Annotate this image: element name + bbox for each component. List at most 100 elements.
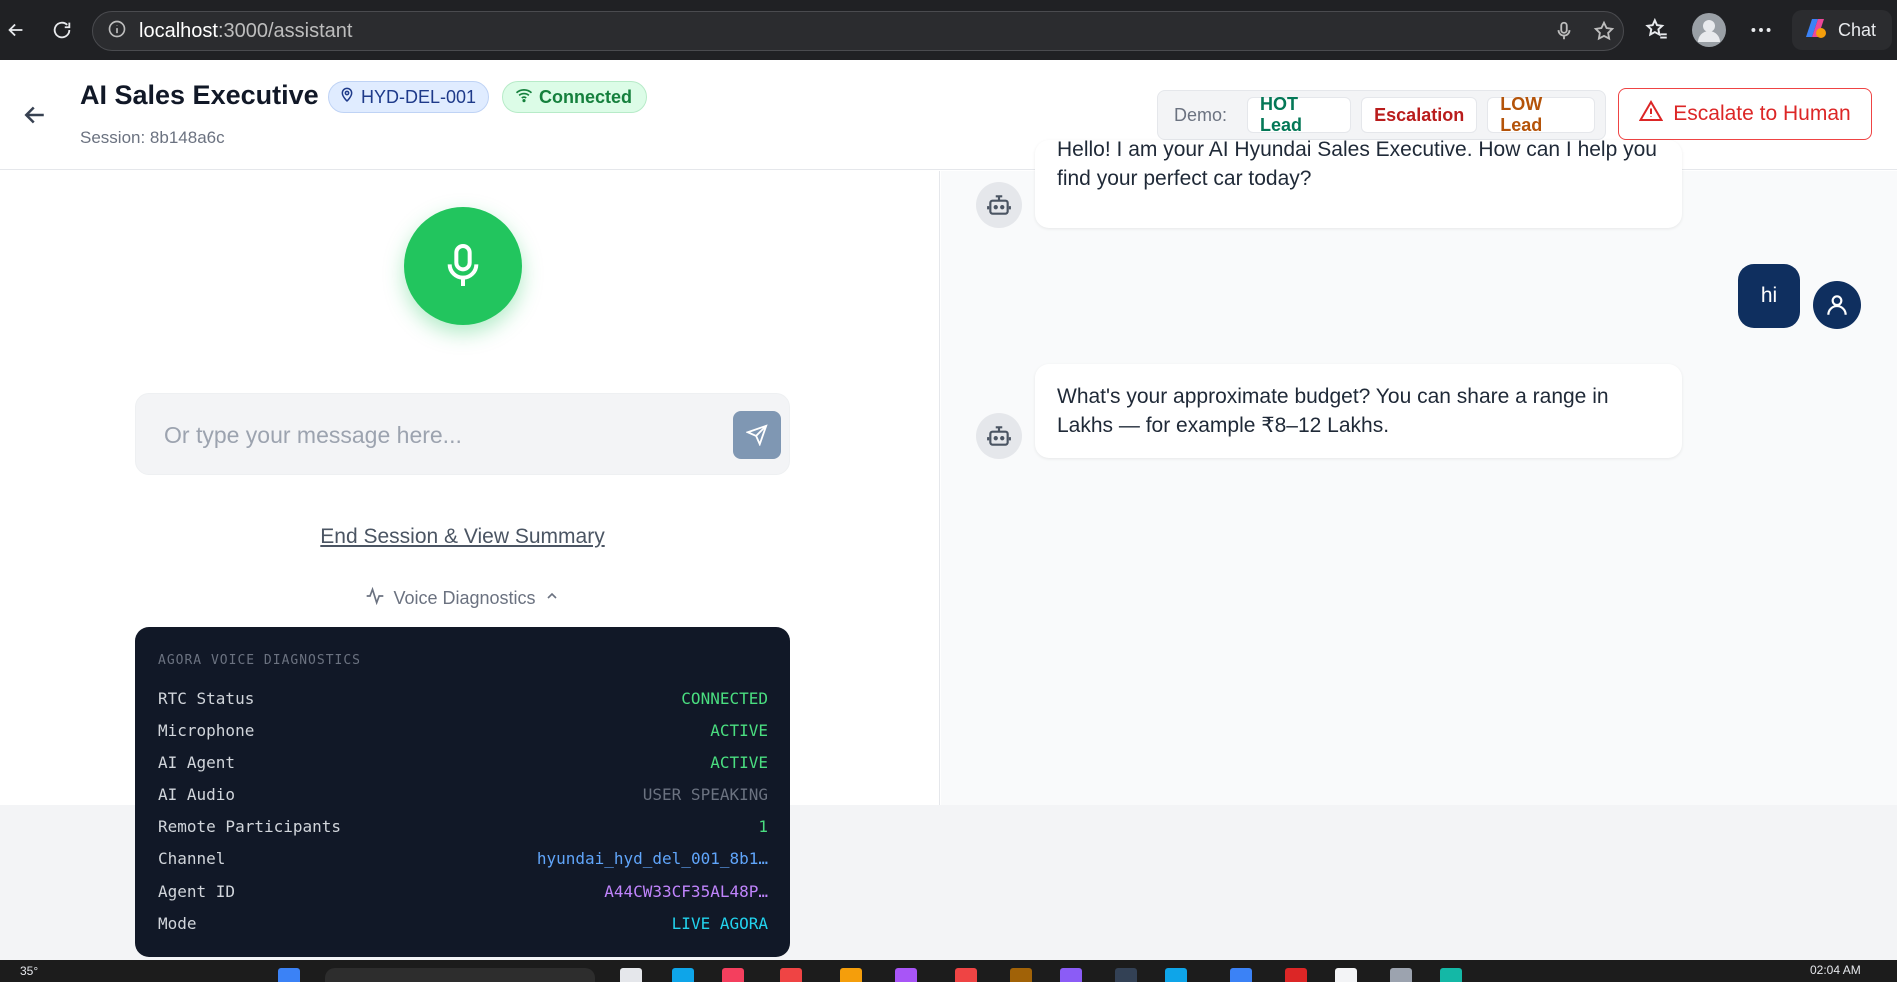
demo-low-lead-button[interactable]: LOW Lead	[1487, 94, 1595, 135]
diag-key: Remote Participants	[158, 816, 342, 836]
taskbar-app-icon[interactable]	[620, 968, 642, 982]
user-icon	[1827, 295, 1847, 315]
diag-key: AI Audio	[158, 784, 236, 804]
taskbar-app-icon[interactable]	[1010, 968, 1032, 982]
diag-value: CONNECTED	[681, 688, 768, 708]
microphone-button[interactable]	[404, 207, 522, 325]
diag-row-ai-agent: AI Agent ACTIVE	[158, 751, 768, 773]
taskbar-search[interactable]	[325, 968, 595, 982]
diag-row-ai-audio: AI Audio USER SPEAKING	[158, 783, 768, 805]
session-id: Session: 8b148a6c	[80, 128, 225, 147]
diag-row-remote-participants: Remote Participants 1	[158, 815, 768, 837]
diag-row-rtc-status: RTC Status CONNECTED	[158, 687, 768, 709]
send-icon	[746, 424, 768, 446]
diag-value: USER SPEAKING	[642, 784, 768, 804]
voice-diagnostics-toggle[interactable]: Voice Diagnostics	[0, 586, 925, 610]
browser-reload-icon[interactable]	[46, 14, 78, 46]
more-options-icon[interactable]	[1748, 10, 1774, 50]
connection-status-badge: Connected	[502, 81, 648, 113]
demo-label: Demo:	[1174, 104, 1228, 125]
taskbar-app-icon[interactable]	[1440, 968, 1462, 982]
assistant-message: What's your approximate budget? You can …	[1035, 364, 1682, 458]
diagnostics-panel: AGORA VOICE DIAGNOSTICS RTC Status CONNEC…	[135, 627, 790, 957]
user-message: hi	[1738, 264, 1800, 328]
taskbar-app-icon[interactable]	[780, 968, 802, 982]
diag-key: Agent ID	[158, 881, 236, 901]
diag-key: Microphone	[158, 720, 255, 740]
page-title: AI Sales Executive	[80, 80, 319, 110]
diag-value: A44CW33CF35AL48P…	[604, 881, 768, 901]
taskbar-app-icon[interactable]	[1285, 968, 1307, 982]
diag-value: 1	[758, 816, 768, 836]
message-input[interactable]	[164, 394, 704, 476]
favorites-icon[interactable]	[1644, 10, 1670, 50]
demo-escalation-button[interactable]: Escalation	[1361, 97, 1478, 133]
taskbar-app-icon[interactable]	[1390, 968, 1412, 982]
bot-avatar	[976, 413, 1022, 459]
diag-value: ACTIVE	[710, 752, 768, 772]
warning-triangle-icon	[1639, 100, 1664, 128]
diag-key: Mode	[158, 913, 197, 933]
back-arrow-icon[interactable]	[20, 100, 50, 135]
demo-controls: Demo: HOT Lead Escalation LOW Lead	[1157, 90, 1606, 140]
connection-status-text: Connected	[539, 86, 633, 107]
os-taskbar: 35° 02:04 AM	[0, 960, 1897, 982]
taskbar-app-icon[interactable]	[1335, 968, 1357, 982]
taskbar-app-icon[interactable]	[1165, 968, 1187, 982]
diag-value: hyundai_hyd_del_001_8b1…	[536, 848, 768, 868]
address-bar[interactable]: localhost:3000/assistant	[92, 11, 1624, 51]
assistant-message-text: What's your approximate budget? You can …	[1057, 385, 1609, 437]
taskbar-app-icon[interactable]	[955, 968, 977, 982]
taskbar-app-icon[interactable]	[1115, 968, 1137, 982]
favorite-star-icon[interactable]	[1593, 20, 1615, 47]
copilot-icon	[1800, 13, 1830, 48]
diag-key: Channel	[158, 848, 226, 868]
escalate-label: Escalate to Human	[1673, 102, 1851, 125]
assistant-message-text: Hello! I am your AI Hyundai Sales Execut…	[1057, 140, 1657, 190]
chevron-up-icon	[544, 588, 560, 609]
bot-icon	[987, 195, 1011, 215]
browser-chrome: localhost:3000/assistant Chat	[0, 0, 1897, 60]
taskbar-clock: 02:04 AM	[1810, 963, 1861, 977]
url-text: localhost:3000/assistant	[139, 19, 353, 42]
activity-pulse-icon	[365, 586, 385, 610]
site-info-icon[interactable]	[107, 19, 127, 44]
taskbar-app-icon[interactable]	[722, 968, 744, 982]
diag-row-channel: Channel hyundai_hyd_del_001_8b1…	[158, 847, 768, 869]
end-session-link[interactable]: End Session & View Summary	[0, 525, 925, 549]
profile-avatar[interactable]	[1692, 10, 1726, 50]
diag-value: ACTIVE	[710, 720, 768, 740]
chat-label: Chat	[1838, 19, 1877, 40]
diag-row-mode: Mode LIVE AGORA	[158, 912, 768, 934]
escalate-to-human-button[interactable]: Escalate to Human	[1618, 88, 1872, 140]
diag-value: LIVE AGORA	[671, 913, 768, 933]
voice-search-icon[interactable]	[1553, 20, 1575, 47]
microphone-icon	[447, 243, 479, 286]
demo-hot-lead-button[interactable]: HOT Lead	[1247, 94, 1352, 135]
wifi-icon	[515, 87, 533, 108]
browser-back-icon[interactable]	[0, 14, 32, 46]
copilot-chat-button[interactable]: Chat	[1792, 10, 1892, 50]
bot-icon	[987, 426, 1011, 446]
diag-row-agent-id: Agent ID A44CW33CF35AL48P…	[158, 880, 768, 902]
diag-row-microphone: Microphone ACTIVE	[158, 719, 768, 741]
start-icon[interactable]	[278, 968, 300, 982]
taskbar-app-icon[interactable]	[672, 968, 694, 982]
taskbar-app-icon[interactable]	[1060, 968, 1082, 982]
voice-diagnostics-label: Voice Diagnostics	[393, 588, 536, 608]
taskbar-app-icon[interactable]	[840, 968, 862, 982]
diag-key: AI Agent	[158, 752, 236, 772]
message-composer	[135, 393, 790, 476]
taskbar-app-icon[interactable]	[1230, 968, 1252, 982]
user-avatar	[1813, 281, 1861, 329]
map-pin-icon	[339, 87, 355, 108]
bot-avatar	[976, 182, 1022, 228]
assistant-message: Hello! I am your AI Hyundai Sales Execut…	[1035, 140, 1682, 228]
weather-temperature: 35°	[20, 964, 39, 978]
diagnostics-title: AGORA VOICE DIAGNOSTICS	[158, 653, 362, 668]
location-code: HYD-DEL-001	[361, 86, 477, 107]
send-button[interactable]	[733, 411, 781, 459]
taskbar-app-icon[interactable]	[895, 968, 917, 982]
diag-key: RTC Status	[158, 688, 255, 708]
location-badge: HYD-DEL-001	[328, 81, 490, 113]
